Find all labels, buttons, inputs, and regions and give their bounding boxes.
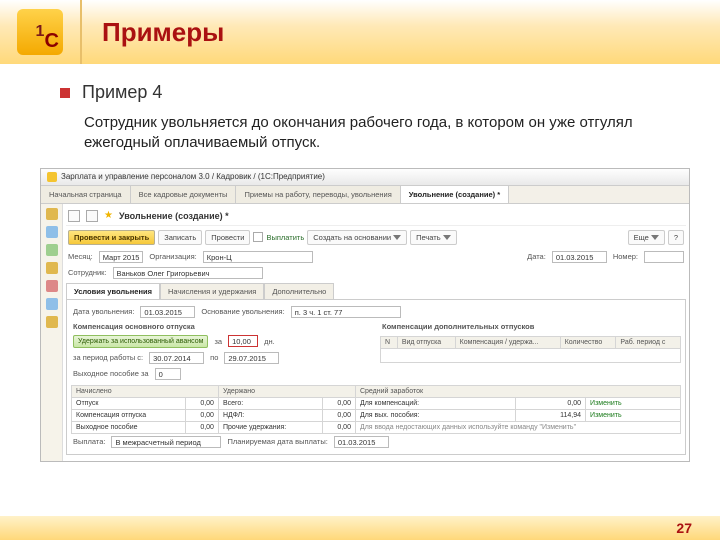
example-description: Сотрудник увольняется до окончания рабоч…: [84, 113, 660, 154]
sidebar-icon[interactable]: [46, 298, 58, 310]
app-icon: [47, 172, 57, 182]
totals-table: Начислено Удержано Средний заработок Отп…: [71, 385, 681, 434]
severance-field[interactable]: 0: [155, 368, 181, 380]
tab-all-docs[interactable]: Все кадровые документы: [131, 186, 237, 203]
help-button[interactable]: ?: [668, 230, 684, 245]
page-number: 27: [676, 520, 692, 536]
subtab-conditions[interactable]: Условия увольнения: [66, 283, 160, 299]
table-row: Выходное пособие0,00 Прочие удержания:0,…: [72, 421, 681, 433]
table-row: Отпуск0,00 Всего:0,00 Для компенсаций:0,…: [72, 397, 681, 409]
slide-footer: 27: [0, 516, 720, 540]
extra-leave-table: N Вид отпуска Компенсация / удержа... Ко…: [380, 336, 681, 363]
period-to[interactable]: 29.07.2015: [224, 352, 279, 364]
create-from-button[interactable]: Создать на основании: [307, 230, 407, 245]
table-row: Компенсация отпуска0,00 НДФЛ:0,00 Для вы…: [72, 409, 681, 421]
print-button[interactable]: Печать: [410, 230, 457, 245]
pay-link[interactable]: Выплатить: [266, 233, 304, 242]
doc-title: Увольнение (создание) *: [119, 211, 229, 221]
star-icon[interactable]: ★: [104, 210, 113, 221]
more-button[interactable]: Еще: [628, 230, 665, 245]
pay-checkbox[interactable]: [253, 232, 263, 242]
sidebar-icon[interactable]: [46, 262, 58, 274]
date-field[interactable]: 01.03.2015: [552, 251, 607, 263]
write-button[interactable]: Записать: [158, 230, 202, 245]
fire-date-field[interactable]: 01.03.2015: [140, 306, 195, 318]
sidebar-icon[interactable]: [46, 244, 58, 256]
post-button[interactable]: Провести: [205, 230, 250, 245]
section-sidebar: [41, 204, 63, 461]
plan-date-field[interactable]: 01.03.2015: [334, 436, 389, 448]
change-link[interactable]: Изменить: [590, 400, 622, 407]
tab-start[interactable]: Начальная страница: [41, 186, 131, 203]
pay-mode-field[interactable]: В межрасчетный период: [111, 436, 221, 448]
month-field[interactable]: Март 2015: [99, 251, 144, 263]
subtab-accruals[interactable]: Начисления и удержания: [160, 283, 264, 299]
main-tabs: Начальная страница Все кадровые документ…: [41, 186, 689, 204]
employee-field[interactable]: Ваньков Олег Григорьевич: [113, 267, 263, 279]
period-from[interactable]: 30.07.2014: [149, 352, 204, 364]
sidebar-icon[interactable]: [46, 208, 58, 220]
withhold-button[interactable]: Удержать за использованный авансом: [73, 335, 208, 348]
slide-header: 1С Примеры: [0, 0, 720, 64]
change-link[interactable]: Изменить: [590, 412, 622, 419]
bullet-icon: [60, 88, 70, 98]
window-titlebar: Зарплата и управление персоналом 3.0 / К…: [41, 169, 689, 186]
number-field[interactable]: [644, 251, 684, 263]
days-field[interactable]: 10,00: [228, 335, 258, 347]
post-and-close-button[interactable]: Провести и закрыть: [68, 230, 155, 245]
example-heading: Пример 4: [60, 82, 660, 103]
sidebar-icon[interactable]: [46, 280, 58, 292]
org-field[interactable]: Крон-Ц: [203, 251, 313, 263]
slide-title: Примеры: [102, 17, 224, 48]
back-icon[interactable]: [86, 210, 98, 222]
app-window: Зарплата и управление персоналом 3.0 / К…: [40, 168, 690, 462]
ground-field[interactable]: п. 3 ч. 1 ст. 77: [291, 306, 401, 318]
tab-dismissal[interactable]: Увольнение (создание) *: [401, 186, 509, 203]
tab-hires[interactable]: Приемы на работу, переводы, увольнения: [236, 186, 400, 203]
sidebar-icon[interactable]: [46, 226, 58, 238]
subtab-additional[interactable]: Дополнительно: [264, 283, 334, 299]
home-icon[interactable]: [68, 210, 80, 222]
logo-1c: 1С: [0, 0, 80, 64]
sidebar-icon[interactable]: [46, 316, 58, 328]
